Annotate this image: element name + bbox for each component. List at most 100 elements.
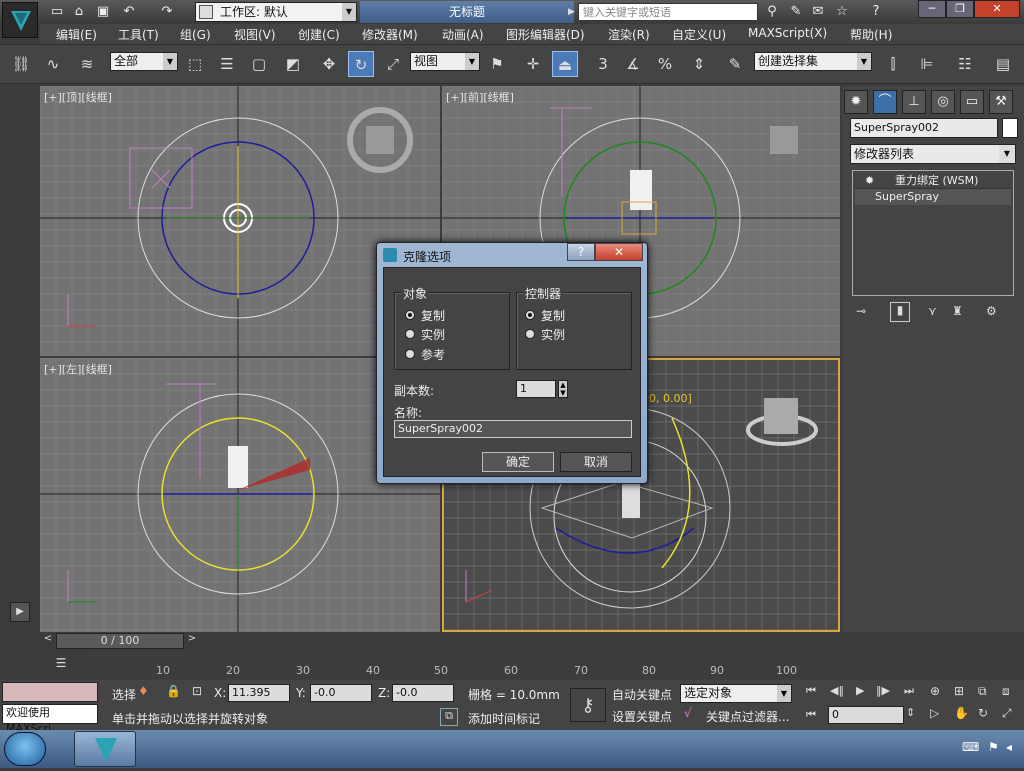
menu-views[interactable]: 视图(V) <box>234 26 276 43</box>
go-to-end-icon[interactable]: ⏭ <box>904 684 914 698</box>
unlink-icon[interactable]: ∿ <box>40 51 66 77</box>
viewport-label-front[interactable]: [+][前][线框] <box>446 89 514 105</box>
save-file-icon[interactable]: ▣ <box>94 3 112 21</box>
time-next-icon[interactable]: > <box>184 633 200 649</box>
pivot-center-icon[interactable]: ⚑ <box>484 51 510 77</box>
orbit-icon[interactable]: ↻ <box>978 706 988 720</box>
help-button[interactable]: ? <box>567 243 595 261</box>
stack-item[interactable]: ✹ 重力绑定 (WSM) <box>855 173 1011 189</box>
z-coordinate-field[interactable]: -0.0 <box>392 684 454 702</box>
menu-graph-editors[interactable]: 图形编辑器(D) <box>506 26 585 43</box>
menu-animation[interactable]: 动画(A) <box>442 26 484 43</box>
menu-edit[interactable]: 编辑(E) <box>56 26 97 43</box>
layer-manager-icon[interactable]: ☷ <box>952 51 978 77</box>
menu-create[interactable]: 创建(C) <box>298 26 340 43</box>
viewport-label-top[interactable]: [+][顶][线框] <box>44 89 112 105</box>
graphite-toolset-icon[interactable]: ▤ <box>990 51 1016 77</box>
edit-named-selection-icon[interactable]: ✎ <box>722 51 748 77</box>
display-tab-icon[interactable]: ▭ <box>960 90 984 114</box>
show-end-result-icon[interactable]: ▮ <box>890 302 910 322</box>
menu-rendering[interactable]: 渲染(R) <box>608 26 650 43</box>
track-bar[interactable]: 10 20 30 40 50 60 70 80 90 100 <box>90 652 840 680</box>
create-tab-icon[interactable]: ✹ <box>844 90 868 114</box>
workspace-dropdown[interactable]: 工作区: 默认 ▼ <box>195 2 357 22</box>
key-filters-button[interactable]: 关键点过滤器... <box>706 708 789 725</box>
ok-button[interactable]: 确定 <box>482 452 554 472</box>
hierarchy-tab-icon[interactable]: ⊥ <box>902 90 926 114</box>
set-key-icon[interactable]: ⚷ <box>570 688 606 722</box>
time-tag-icon[interactable]: ⧉ <box>440 708 458 726</box>
window-crossing-icon[interactable]: ◩ <box>280 51 306 77</box>
key-filter-icon[interactable]: √ <box>684 706 692 720</box>
pin-stack-icon[interactable]: ⊸ <box>856 304 866 318</box>
object-color-swatch[interactable] <box>1002 118 1018 138</box>
rotate-icon[interactable]: ↻ <box>348 51 374 77</box>
copies-spinner-field[interactable]: 1 <box>516 380 556 398</box>
menu-customize[interactable]: 自定义(U) <box>672 26 726 43</box>
menu-modifiers[interactable]: 修改器(M) <box>362 26 418 43</box>
selection-filter-dropdown[interactable]: 全部 ▼ <box>110 52 178 71</box>
named-selection-dropdown[interactable]: 创建选择集 ▼ <box>754 52 872 71</box>
help-icon[interactable]: ? <box>866 3 886 21</box>
time-prev-icon[interactable]: < <box>40 633 56 649</box>
select-object-icon[interactable]: ⬚ <box>182 51 208 77</box>
motion-tab-icon[interactable]: ◎ <box>931 90 955 114</box>
manipulate-icon[interactable]: ✛ <box>520 51 546 77</box>
move-icon[interactable]: ✥ <box>316 51 342 77</box>
spinner-snap-icon[interactable]: ⇕ <box>686 51 712 77</box>
modifier-list-dropdown[interactable]: 修改器列表 ▼ <box>850 144 1016 164</box>
object-reference-radio[interactable]: 参考 <box>405 346 445 363</box>
expand-panel-icon[interactable]: ▶ <box>10 602 30 622</box>
key-mode-toggle-icon[interactable]: ⏮ <box>806 708 816 722</box>
controller-instance-radio[interactable]: 实例 <box>525 326 565 343</box>
rectangular-selection-icon[interactable]: ▢ <box>246 51 272 77</box>
field-of-view-icon[interactable]: ▷ <box>930 706 939 720</box>
close-button[interactable]: ✕ <box>974 0 1020 18</box>
menu-maxscript[interactable]: MAXScript(X) <box>748 26 827 40</box>
start-button[interactable] <box>4 732 46 766</box>
maxscript-mini-listener[interactable]: 欢迎使用 MAXScri <box>2 704 98 735</box>
object-instance-radio[interactable]: 实例 <box>405 326 445 343</box>
go-to-start-icon[interactable]: ⏮ <box>806 684 816 698</box>
communication-icon[interactable]: ✉ <box>808 3 828 21</box>
redo-icon[interactable]: ↷ <box>158 3 176 21</box>
time-config-icon[interactable]: ⇕ <box>906 706 915 719</box>
angle-snap-icon[interactable]: ∡ <box>620 51 646 77</box>
cancel-button[interactable]: 取消 <box>560 452 632 472</box>
binoculars-icon[interactable]: ⚲ <box>762 3 782 21</box>
minimize-button[interactable]: ─ <box>918 0 946 18</box>
viewport-label-left[interactable]: [+][左][线框] <box>44 361 112 377</box>
dialog-close-button[interactable]: ✕ <box>595 243 643 261</box>
object-copy-radio[interactable]: 复制 <box>405 307 445 324</box>
keyboard-shortcut-override-icon[interactable]: ⏏ <box>552 51 578 77</box>
lock-icon[interactable]: 🔒 <box>166 684 181 698</box>
zoom-extents-all-icon[interactable]: ⧈ <box>1002 684 1010 699</box>
zoom-extents-icon[interactable]: ⧉ <box>978 684 987 699</box>
modify-tab-icon[interactable]: ⌒ <box>873 90 897 114</box>
percent-snap-icon[interactable]: % <box>652 51 678 77</box>
object-name-field[interactable]: SuperSpray002 <box>850 118 998 138</box>
menu-tools[interactable]: 工具(T) <box>118 26 159 43</box>
align-icon[interactable]: ⊫ <box>914 51 940 77</box>
set-key-button[interactable]: 设置关键点 <box>612 708 672 725</box>
reference-coordinate-dropdown[interactable]: 视图 ▼ <box>410 52 480 71</box>
app-logo-button[interactable] <box>2 2 38 38</box>
mini-curve-editor-icon[interactable]: ☰ <box>50 656 72 674</box>
utilities-tab-icon[interactable]: ⚒ <box>989 90 1013 114</box>
menu-group[interactable]: 组(G) <box>180 26 211 43</box>
spinner-arrows-icon[interactable]: ▲ ▼ <box>558 380 568 398</box>
keyboard-tray-icon[interactable]: ⌨ <box>962 740 979 754</box>
maxscript-listener-pink[interactable] <box>2 682 98 702</box>
menu-help[interactable]: 帮助(H) <box>850 26 892 43</box>
bind-space-warp-icon[interactable]: ≋ <box>74 51 100 77</box>
isolate-icon[interactable]: ♦ <box>138 684 149 698</box>
configure-modifier-sets-icon[interactable]: ⚙ <box>986 304 997 318</box>
maximize-viewport-icon[interactable]: ⤢ <box>1002 706 1012 721</box>
clone-name-field[interactable]: SuperSpray002 <box>394 420 632 438</box>
make-unique-icon[interactable]: ⋎ <box>928 304 937 318</box>
zoom-all-icon[interactable]: ⊞ <box>954 684 964 698</box>
new-file-icon[interactable]: ▭ <box>48 3 66 21</box>
zoom-icon[interactable]: ⊕ <box>930 684 940 698</box>
current-frame-field[interactable]: 0 <box>828 706 904 724</box>
y-coordinate-field[interactable]: -0.0 <box>310 684 372 702</box>
